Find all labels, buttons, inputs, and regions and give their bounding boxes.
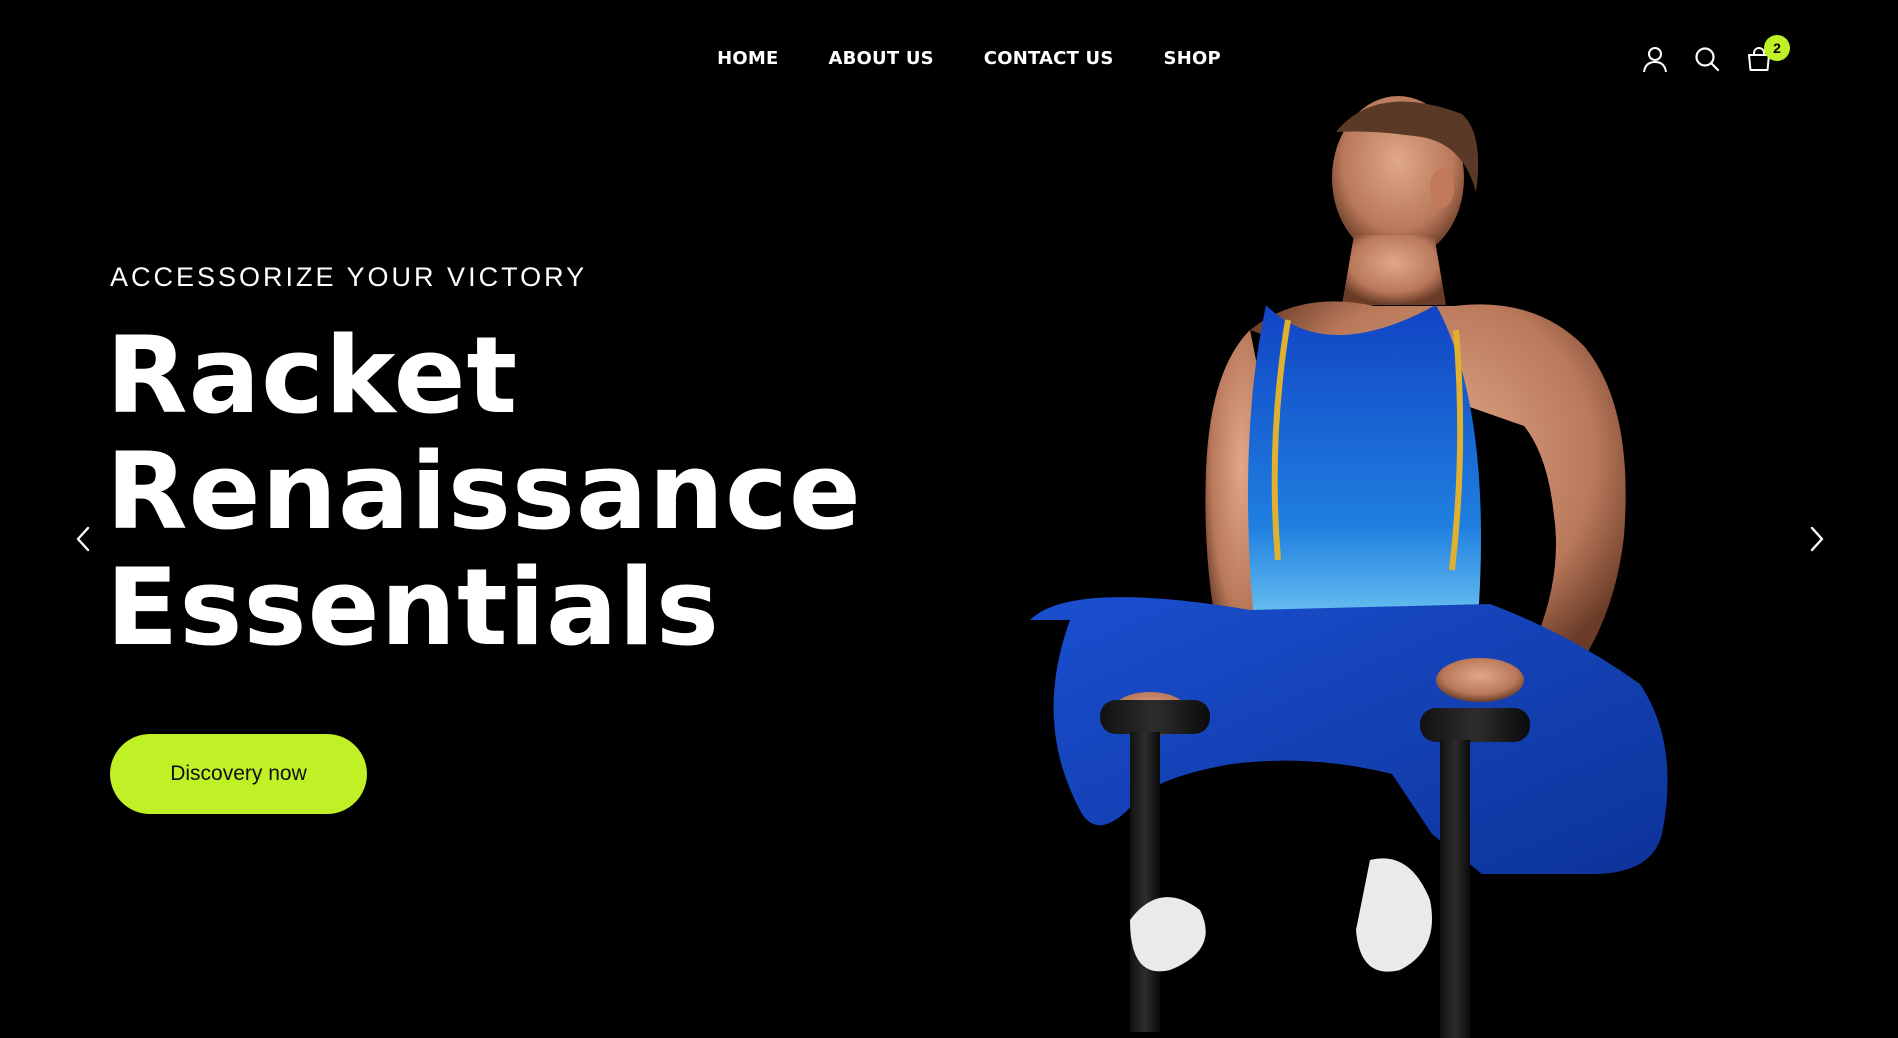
cart-count-badge: 2 — [1764, 35, 1790, 61]
nav-home[interactable]: HOME — [717, 48, 778, 69]
hero-athlete-image — [1030, 96, 1668, 1038]
chevron-left-icon[interactable] — [68, 522, 98, 556]
chevron-right-icon[interactable] — [1802, 522, 1832, 556]
hero-headline: Racket Renaissance Essentials — [106, 318, 986, 666]
headline-line-2: Renaissance — [106, 430, 862, 553]
headline-line-1: Racket — [106, 314, 519, 437]
hero-page: HOME ABOUT US CONTACT US SHOP 2 ACCESSOR… — [0, 0, 1898, 1038]
headline-line-3: Essentials — [106, 546, 720, 669]
discovery-now-button[interactable]: Discovery now — [110, 734, 367, 814]
hero-eyebrow: ACCESSORIZE YOUR VICTORY — [110, 262, 588, 292]
